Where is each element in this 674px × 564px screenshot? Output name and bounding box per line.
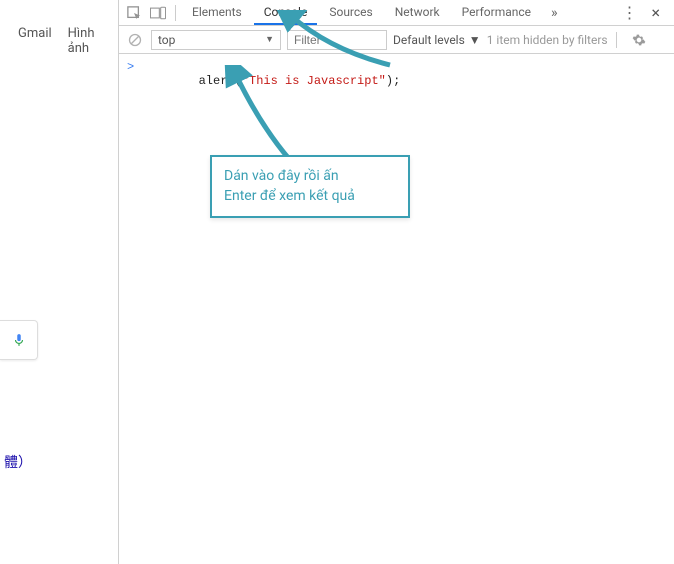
console-code: alert("This is Javascript"); (141, 60, 400, 102)
voice-search-button[interactable] (0, 320, 38, 360)
console-input-line[interactable]: > alert("This is Javascript"); (121, 58, 672, 104)
console-body[interactable]: > alert("This is Javascript"); (119, 54, 674, 564)
tab-elements[interactable]: Elements (182, 0, 252, 25)
console-settings-icon[interactable] (629, 33, 649, 47)
tab-network[interactable]: Network (385, 0, 450, 25)
kebab-menu-icon[interactable]: ⋮ (621, 3, 637, 22)
images-link[interactable]: Hình ảnh (68, 26, 118, 56)
devtools-tabbar: Elements Console Sources Network Perform… (119, 0, 674, 26)
devtools-panel: Elements Console Sources Network Perform… (118, 0, 674, 564)
context-selector[interactable]: top ▼ (151, 30, 281, 50)
tab-performance[interactable]: Performance (452, 0, 541, 25)
filter-input[interactable] (287, 30, 387, 50)
hidden-items-note: 1 item hidden by filters (487, 33, 608, 47)
background-page: Gmail Hình ảnh 體） (0, 0, 118, 564)
dropdown-triangle-icon: ▼ (469, 33, 481, 47)
annotation-line-1: Dán vào đây rồi ấn (224, 167, 396, 187)
annotation-callout: Dán vào đây rồi ấn Enter để xem kết quả (210, 155, 410, 218)
annotation-line-2: Enter để xem kết quả (224, 187, 396, 207)
divider (616, 32, 617, 48)
context-value: top (158, 33, 175, 47)
tab-console[interactable]: Console (254, 0, 318, 25)
tabs-overflow[interactable]: » (543, 5, 566, 21)
tab-sources[interactable]: Sources (319, 0, 382, 25)
levels-label: Default levels (393, 33, 465, 47)
inspect-element-icon[interactable] (123, 0, 145, 25)
header-links: Gmail Hình ảnh (18, 26, 118, 56)
footer-text-fragment: 體） (4, 452, 32, 472)
device-toolbar-icon[interactable] (147, 0, 169, 25)
console-prompt-icon: > (127, 60, 141, 74)
divider (175, 5, 176, 21)
dropdown-triangle-icon: ▼ (265, 34, 274, 45)
microphone-icon (12, 330, 26, 350)
clear-console-icon[interactable] (125, 33, 145, 47)
console-toolbar: top ▼ Default levels ▼ 1 item hidden by … (119, 26, 674, 54)
close-devtools-button[interactable]: × (645, 3, 666, 22)
log-levels-selector[interactable]: Default levels ▼ (393, 33, 481, 47)
gmail-link[interactable]: Gmail (18, 26, 52, 56)
